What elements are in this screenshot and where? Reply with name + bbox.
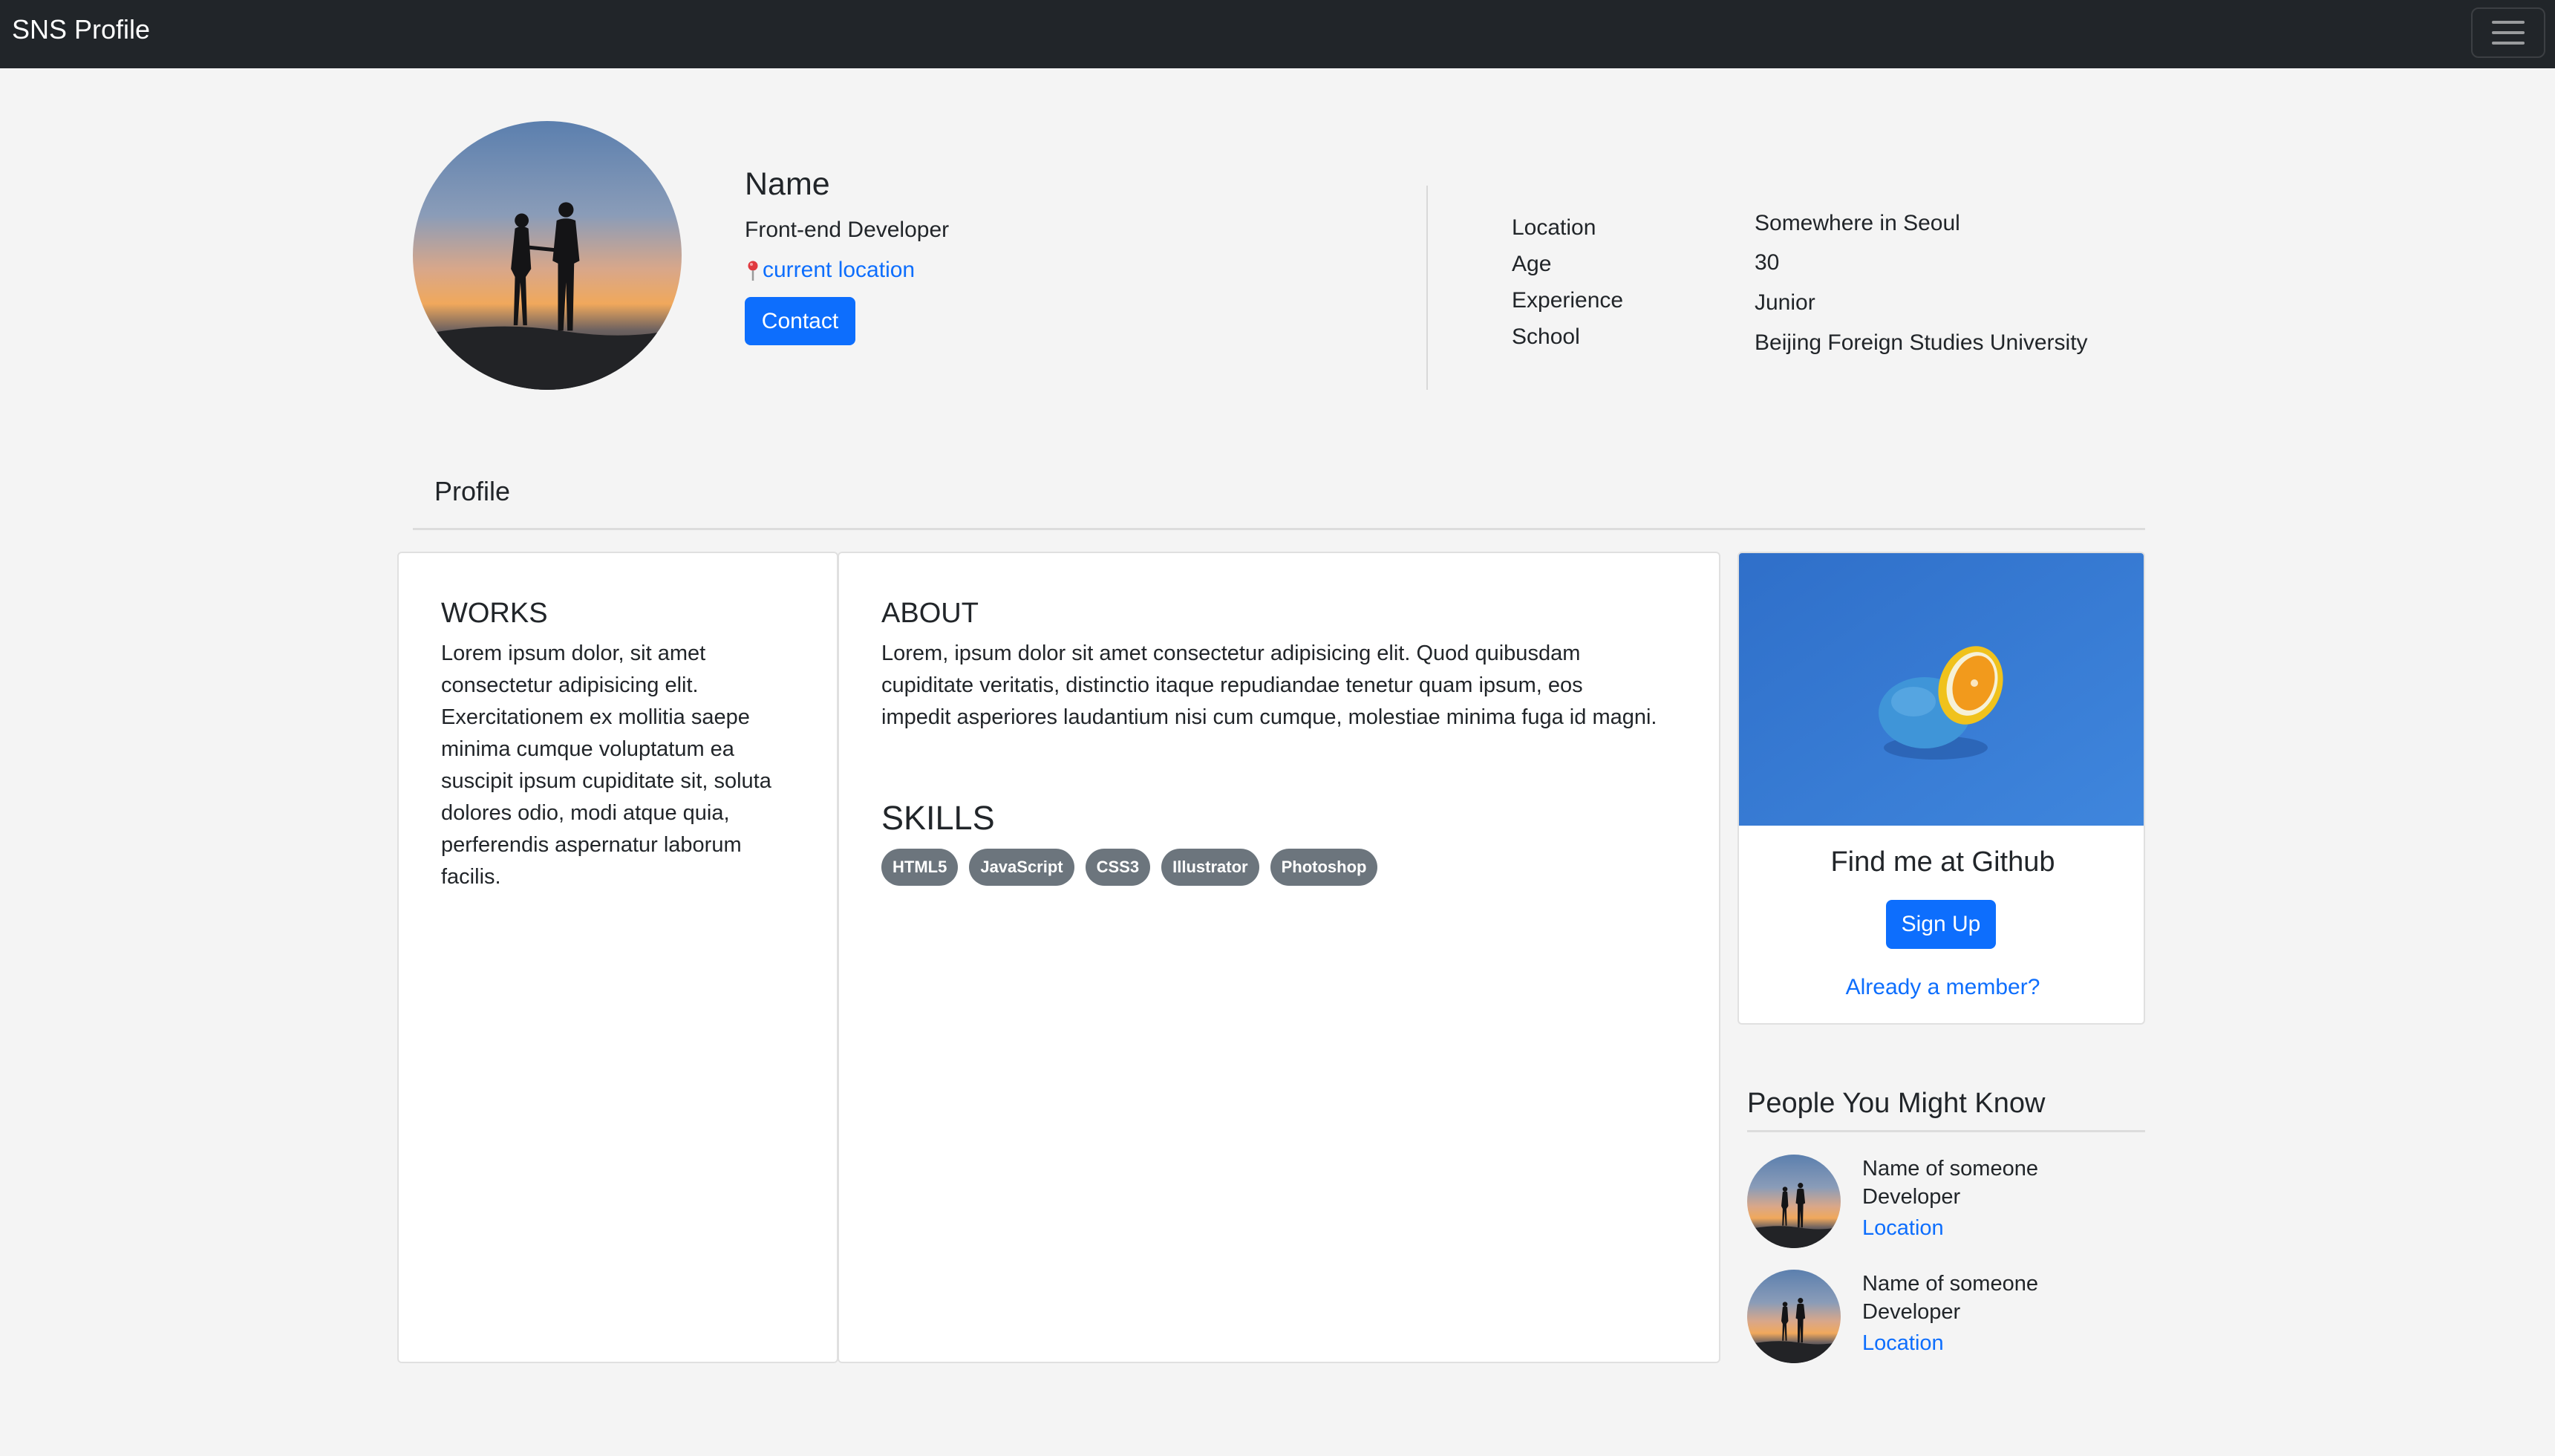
info-label-experience: Experience: [1512, 288, 1624, 313]
about-title: ABOUT: [881, 598, 979, 629]
works-text: Lorem ipsum dolor, sit amet consectetur …: [441, 638, 812, 893]
hamburger-menu-icon[interactable]: [2471, 7, 2545, 58]
person-item: Name of someone Developer Location: [1747, 1270, 2145, 1366]
skill-badge-photoshop: Photoshop: [1270, 849, 1378, 886]
contact-button[interactable]: Contact: [745, 297, 855, 345]
sign-up-button[interactable]: Sign Up: [1886, 900, 1996, 949]
works-line: dolores odio, modi atque quia,: [441, 801, 730, 825]
tab-underline: [413, 528, 2145, 530]
profile-name: Name: [745, 166, 830, 202]
tab-profile[interactable]: Profile: [434, 475, 510, 508]
person-name: Name of someone: [1862, 1272, 2038, 1296]
about-text: Lorem, ipsum dolor sit amet consectetur …: [881, 638, 1706, 734]
skills-list: HTML5 JavaScript CSS3 Illustrator Photos…: [881, 849, 1378, 886]
github-title: Find me at Github: [1830, 846, 2055, 878]
already-member-link[interactable]: Already a member?: [1739, 973, 2144, 1002]
info-label-age: Age: [1512, 252, 1552, 276]
person-avatar[interactable]: [1747, 1270, 1841, 1363]
person-location-link[interactable]: Location: [1862, 1214, 1944, 1242]
works-line: facilis.: [441, 865, 501, 889]
person-role: Developer: [1862, 1185, 1961, 1209]
profile-role: Front-end Developer: [745, 218, 950, 242]
works-line: Exercitationem ex mollitia saepe: [441, 705, 750, 729]
info-value-experience: Junior: [1755, 290, 1815, 315]
skill-badge-illustrator: Illustrator: [1161, 849, 1259, 886]
location-pin-icon: [748, 261, 758, 281]
skills-title: SKILLS: [881, 799, 995, 837]
github-card: Find me at Github Sign Up Already a memb…: [1737, 552, 2145, 1025]
about-line: cupiditate veritatis, distinctio itaque …: [881, 673, 1583, 697]
about-card: ABOUT Lorem, ipsum dolor sit amet consec…: [838, 552, 1720, 1363]
info-label-school: School: [1512, 324, 1580, 349]
person-avatar[interactable]: [1747, 1155, 1841, 1248]
people-title: People You Might Know: [1747, 1088, 2046, 1119]
current-location-link[interactable]: current location: [745, 255, 915, 285]
people-divider: [1747, 1130, 2145, 1132]
person-item: Name of someone Developer Location: [1747, 1155, 2145, 1251]
about-line: Lorem, ipsum dolor sit amet consectetur …: [881, 642, 1581, 665]
works-line: suscipit ipsum cupiditate sit, soluta: [441, 769, 771, 793]
works-card: WORKS Lorem ipsum dolor, sit amet consec…: [397, 552, 838, 1363]
works-line: minima cumque voluptatum ea: [441, 737, 734, 761]
works-line: Lorem ipsum dolor, sit amet: [441, 642, 706, 665]
current-location-label: current location: [763, 258, 916, 282]
profile-avatar: [413, 121, 682, 390]
info-value-school: Beijing Foreign Studies University: [1755, 330, 2088, 355]
person-name: Name of someone: [1862, 1157, 2038, 1181]
header-divider: [1426, 186, 1428, 390]
skill-badge-html5: HTML5: [881, 849, 959, 886]
navbar-brand[interactable]: SNS Profile: [12, 13, 150, 46]
skill-badge-javascript: JavaScript: [969, 849, 1074, 886]
info-value-age: 30: [1755, 250, 1780, 275]
person-location-link[interactable]: Location: [1862, 1329, 1944, 1357]
person-role: Developer: [1862, 1300, 1961, 1324]
orange-image: [1739, 553, 2144, 826]
info-value-location: Somewhere in Seoul: [1755, 211, 1960, 235]
info-label-location: Location: [1512, 215, 1596, 240]
works-title: WORKS: [441, 598, 548, 629]
about-line: impedit asperiores laudantium nisi cum c…: [881, 705, 1657, 729]
navbar: SNS Profile: [0, 0, 2555, 68]
works-line: perferendis aspernatur laborum: [441, 833, 742, 857]
skill-badge-css3: CSS3: [1085, 849, 1151, 886]
works-line: consectetur adipisicing elit.: [441, 673, 699, 697]
